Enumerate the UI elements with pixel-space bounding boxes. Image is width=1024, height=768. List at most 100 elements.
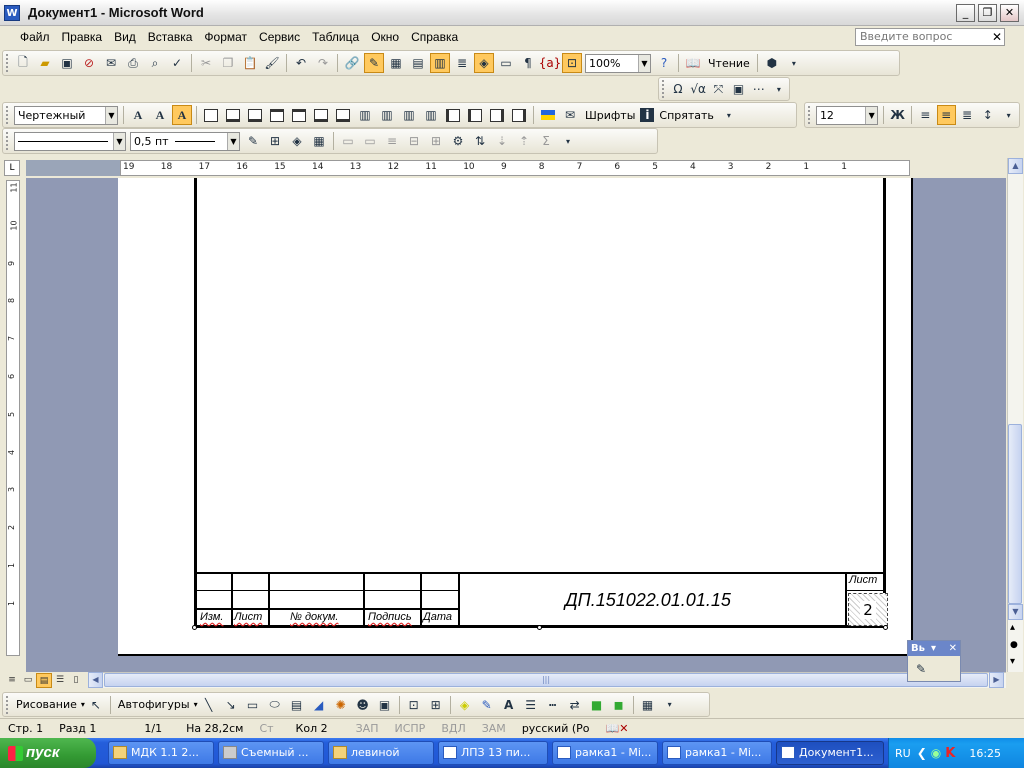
save-icon[interactable]: ▣ — [57, 53, 77, 73]
taskbar-item-folder[interactable]: левиной — [328, 741, 434, 765]
menu-help[interactable]: Справка — [405, 26, 464, 48]
grow-font-icon[interactable]: A — [128, 105, 148, 125]
print-layout-icon[interactable]: ▤ — [36, 672, 52, 688]
distribute-rows-icon[interactable]: ⊟ — [404, 131, 424, 151]
tray-expand-icon[interactable]: ❮ — [917, 746, 927, 760]
line-spacing-icon[interactable]: ↕ — [978, 105, 997, 125]
border-mid2-icon[interactable] — [333, 105, 353, 125]
align-cell-icon[interactable]: ≡ — [382, 131, 402, 151]
bold-button[interactable]: Ж — [888, 105, 907, 125]
spelling-status-icon[interactable]: 📖✕ — [598, 719, 637, 739]
floating-toolbar[interactable]: Вь ▾ ✕ ✎ — [907, 640, 961, 682]
drawing-icon[interactable]: ≣ — [452, 53, 472, 73]
help-icon[interactable]: ? — [654, 53, 674, 73]
border-left2-icon[interactable] — [465, 105, 485, 125]
insert-excel-icon[interactable]: ▤ — [408, 53, 428, 73]
font-color-icon[interactable]: A — [499, 695, 519, 715]
border-grid3-icon[interactable]: ▥ — [399, 105, 419, 125]
omega-icon[interactable]: Ω — [669, 79, 687, 99]
selection-handle[interactable] — [537, 625, 542, 630]
ungroup-icon[interactable]: ⊞ — [426, 695, 446, 715]
drawing-tool-icon[interactable]: ⊡ — [562, 53, 582, 73]
scroll-left-icon[interactable]: ◀ — [88, 672, 103, 688]
edit-formula-icon[interactable]: ⤧ — [709, 79, 727, 99]
close-button[interactable]: ✕ — [1000, 4, 1019, 22]
align-left-icon[interactable]: ≡ — [916, 105, 935, 125]
format-painter-icon[interactable]: 🖌 — [262, 53, 282, 73]
highlight-font-icon[interactable]: A — [172, 105, 192, 125]
menu-file[interactable]: Файл — [14, 26, 56, 48]
distribute-columns-icon[interactable]: ⊞ — [426, 131, 446, 151]
scroll-right-icon[interactable]: ▶ — [989, 672, 1004, 688]
reading-view-icon[interactable]: ▯ — [68, 673, 84, 688]
toolbar-options-icon[interactable]: ▾ — [784, 53, 804, 73]
diagram-icon[interactable]: ✺ — [331, 695, 351, 715]
toolbar-options-icon[interactable]: ▾ — [999, 105, 1018, 125]
border-right-icon[interactable] — [487, 105, 507, 125]
line-icon[interactable]: ╲ — [199, 695, 219, 715]
tables-borders-icon[interactable]: ✎ — [364, 53, 384, 73]
arrow-style-icon[interactable]: ⇄ — [565, 695, 585, 715]
word-app-icon[interactable]: W — [4, 5, 20, 21]
border-top-icon[interactable] — [267, 105, 287, 125]
border-grid-icon[interactable]: ▥ — [355, 105, 375, 125]
group-icon[interactable]: ⊡ — [404, 695, 424, 715]
autosum-icon[interactable]: Σ — [536, 131, 556, 151]
status-record[interactable]: ЗАП — [336, 719, 387, 739]
status-extend[interactable]: ВДЛ — [433, 719, 473, 739]
border-grid4-icon[interactable]: ▥ — [421, 105, 441, 125]
taskbar-item-word-active[interactable]: Документ1... — [776, 741, 884, 765]
border-grid2-icon[interactable]: ▥ — [377, 105, 397, 125]
language-indicator[interactable]: RU — [889, 747, 917, 760]
toolbar-options-icon[interactable]: ▾ — [558, 131, 578, 151]
3d-style-icon[interactable]: ◼ — [609, 695, 629, 715]
outline-view-icon[interactable]: ☰ — [52, 673, 68, 688]
dash-style-icon[interactable]: ┅ — [543, 695, 563, 715]
new-document-icon[interactable]: 🗋 — [13, 53, 33, 73]
line-style-select[interactable]: ▼ — [14, 131, 126, 151]
envelope-icon[interactable]: ✉ — [560, 105, 580, 125]
insert-picture-icon[interactable]: ▣ — [375, 695, 395, 715]
rectangle-icon[interactable]: ▭ — [243, 695, 263, 715]
align-justify-icon[interactable]: ≣ — [958, 105, 977, 125]
copy-icon[interactable]: ❐ — [218, 53, 238, 73]
picture-icon[interactable]: ▣ — [729, 79, 747, 99]
network-icon[interactable]: ◉ — [927, 746, 941, 760]
font-name-select[interactable]: Чертежный ▼ — [14, 105, 118, 125]
status-track-changes[interactable]: ИСПР — [386, 719, 433, 739]
wordart-icon[interactable]: ◢ — [309, 695, 329, 715]
clipart-icon[interactable]: ☻ — [353, 695, 373, 715]
sort-asc-icon[interactable]: ⇣ — [492, 131, 512, 151]
taskbar-item-word[interactable]: рамка1 - Mi... — [662, 741, 772, 765]
hide-button[interactable]: Спрятать — [655, 109, 718, 122]
selection-handle[interactable] — [192, 625, 197, 630]
scroll-up-icon[interactable]: ▲ — [1008, 158, 1023, 174]
info-icon[interactable]: i — [640, 108, 655, 122]
show-hide-icon[interactable]: ▭ — [496, 53, 516, 73]
vertical-scroll-thumb[interactable] — [1008, 424, 1022, 604]
zoom-select[interactable]: 100% ▼ — [585, 53, 651, 73]
font-size-select[interactable]: 12 ▼ — [815, 105, 879, 125]
print-icon[interactable]: ⎙ — [123, 53, 143, 73]
selection-handle[interactable] — [883, 625, 888, 630]
line-width-select[interactable]: 0,5 пт ▼ — [130, 131, 240, 151]
menu-edit[interactable]: Правка — [56, 26, 109, 48]
research-icon[interactable]: ⬢ — [762, 53, 782, 73]
minimize-button[interactable]: _ — [956, 4, 975, 22]
document-map-icon[interactable]: ◈ — [474, 53, 494, 73]
redo-icon[interactable]: ↷ — [313, 53, 333, 73]
undo-icon[interactable]: ↶ — [291, 53, 311, 73]
select-objects-icon[interactable]: ↖ — [86, 695, 106, 715]
menu-table[interactable]: Таблица — [306, 26, 365, 48]
email-icon[interactable]: ✉ — [101, 53, 121, 73]
sheet-number-field[interactable]: 2 — [848, 593, 888, 626]
help-search-input[interactable]: Введите вопрос — [855, 28, 1005, 46]
menu-view[interactable]: Вид — [108, 26, 142, 48]
flag-icon[interactable] — [538, 105, 558, 125]
shadow-icon[interactable]: ■ — [587, 695, 607, 715]
web-view-icon[interactable]: ▭ — [20, 673, 36, 688]
insert-table-icon[interactable]: ▦ — [386, 53, 406, 73]
outside-border-icon[interactable]: ⊞ — [265, 131, 285, 151]
antivirus-icon[interactable]: K — [941, 746, 955, 761]
menu-window[interactable]: Окно — [365, 26, 405, 48]
